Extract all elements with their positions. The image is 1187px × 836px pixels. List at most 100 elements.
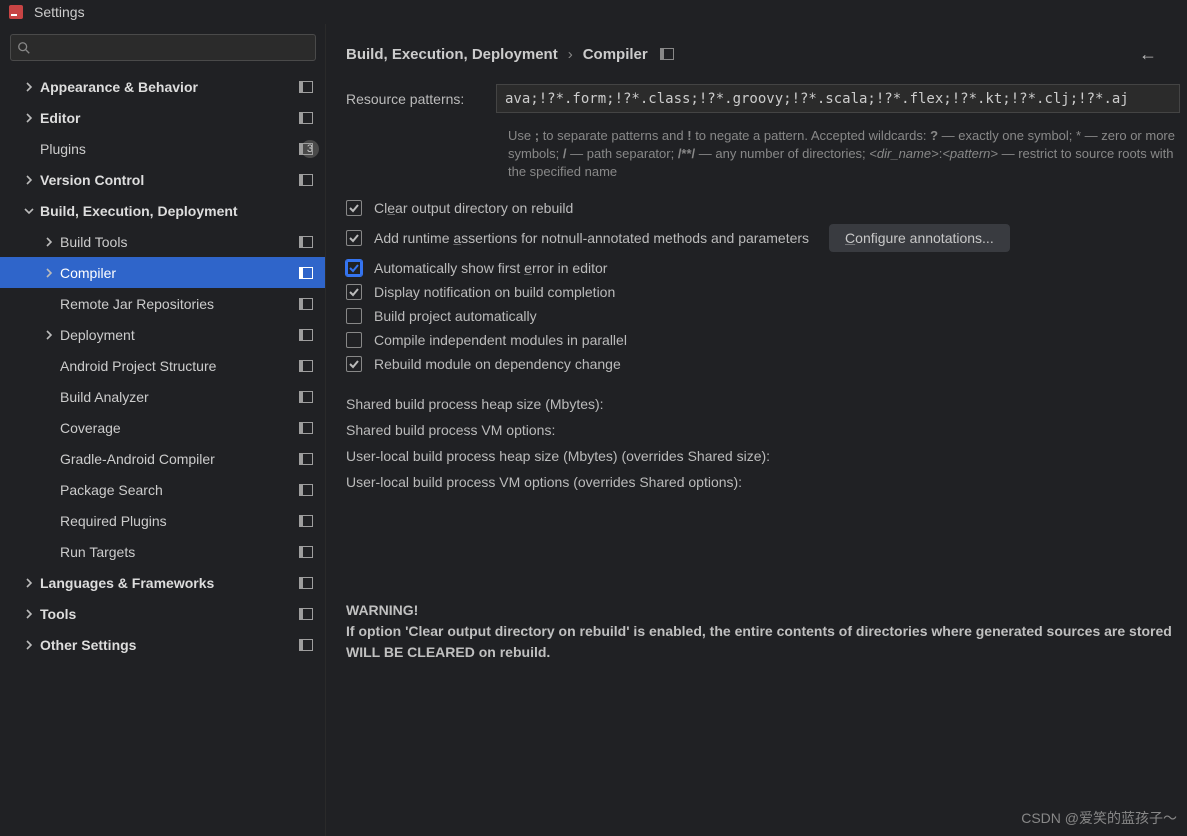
option-row: Rebuild module on dependency change	[346, 356, 1187, 372]
project-scope-icon	[660, 48, 674, 60]
search-icon	[17, 41, 31, 55]
sidebar-item-label: Gradle-Android Compiler	[60, 451, 325, 467]
resource-patterns-input[interactable]	[496, 84, 1180, 113]
sidebar-item-build-execution-deployment[interactable]: Build, Execution, Deployment	[0, 195, 325, 226]
sidebar-item-other-settings[interactable]: Other Settings	[0, 629, 325, 660]
sidebar-item-build-analyzer[interactable]: Build Analyzer	[0, 381, 325, 412]
checkbox[interactable]	[346, 200, 362, 216]
chevron-right-icon: ›	[568, 46, 573, 63]
sidebar-item-label: Required Plugins	[60, 513, 325, 529]
search-input[interactable]	[10, 34, 316, 61]
project-scope-icon	[299, 112, 313, 124]
checkbox-label[interactable]: Rebuild module on dependency change	[374, 356, 621, 372]
sidebar-item-required-plugins[interactable]: Required Plugins	[0, 505, 325, 536]
chevron-right-icon	[18, 640, 40, 650]
option-row: Automatically show first error in editor	[346, 260, 1187, 276]
chevron-right-icon	[18, 175, 40, 185]
option-row: Clear output directory on rebuild	[346, 200, 1187, 216]
checkbox-label[interactable]: Clear output directory on rebuild	[374, 200, 573, 216]
checkbox[interactable]	[346, 356, 362, 372]
checkbox-label[interactable]: Compile independent modules in parallel	[374, 332, 627, 348]
sidebar-item-label: Tools	[40, 606, 325, 622]
sidebar-item-label: Deployment	[60, 327, 325, 343]
checkbox[interactable]	[346, 308, 362, 324]
project-scope-icon	[299, 608, 313, 620]
checkbox-label[interactable]: Add runtime assertions for notnull-annot…	[374, 230, 809, 246]
breadcrumb-root[interactable]: Build, Execution, Deployment	[346, 46, 558, 63]
chevron-right-icon	[18, 113, 40, 123]
field-label: Shared build process heap size (Mbytes):	[346, 396, 846, 412]
sidebar-item-label: Other Settings	[40, 637, 325, 653]
project-scope-icon	[299, 360, 313, 372]
sidebar-item-tools[interactable]: Tools	[0, 598, 325, 629]
sidebar-item-compiler[interactable]: Compiler	[0, 257, 325, 288]
project-scope-icon	[299, 267, 313, 279]
sidebar-item-languages-frameworks[interactable]: Languages & Frameworks	[0, 567, 325, 598]
sidebar-item-build-tools[interactable]: Build Tools	[0, 226, 325, 257]
project-scope-icon	[299, 639, 313, 651]
chevron-right-icon	[38, 330, 60, 340]
checkbox-label[interactable]: Build project automatically	[374, 308, 537, 324]
watermark: CSDN @爱笑的蓝孩子～	[1021, 808, 1177, 828]
chevron-right-icon	[18, 609, 40, 619]
field-label: Shared build process VM options:	[346, 422, 846, 438]
project-scope-icon	[299, 453, 313, 465]
sidebar-item-android-project-structure[interactable]: Android Project Structure	[0, 350, 325, 381]
project-scope-icon	[299, 174, 313, 186]
sidebar-item-label: Android Project Structure	[60, 358, 325, 374]
back-button[interactable]: ←	[1139, 44, 1157, 65]
settings-tree: Appearance & Behavior Editor Plugins3Versi…	[0, 67, 325, 836]
checkbox[interactable]	[346, 230, 362, 246]
sidebar-item-package-search[interactable]: Package Search	[0, 474, 325, 505]
app-logo-icon	[8, 4, 24, 20]
sidebar-item-plugins[interactable]: Plugins3	[0, 133, 325, 164]
checkbox[interactable]	[346, 284, 362, 300]
window-title: Settings	[34, 4, 85, 20]
sidebar-item-label: Package Search	[60, 482, 325, 498]
sidebar-item-deployment[interactable]: Deployment	[0, 319, 325, 350]
sidebar-item-coverage[interactable]: Coverage	[0, 412, 325, 443]
breadcrumb: Build, Execution, Deployment › Compiler …	[346, 34, 1187, 74]
sidebar-item-label: Editor	[40, 110, 325, 126]
field-row: User-local build process heap size (Mbyt…	[346, 448, 1187, 464]
sidebar-item-remote-jar-repositories[interactable]: Remote Jar Repositories	[0, 288, 325, 319]
sidebar-item-appearance-behavior[interactable]: Appearance & Behavior	[0, 71, 325, 102]
sidebar-item-label: Build Analyzer	[60, 389, 325, 405]
option-row: Display notification on build completion	[346, 284, 1187, 300]
chevron-right-icon	[18, 578, 40, 588]
project-scope-icon	[299, 515, 313, 527]
project-scope-icon	[299, 81, 313, 93]
checkbox-label[interactable]: Display notification on build completion	[374, 284, 615, 300]
option-row: Add runtime assertions for notnull-annot…	[346, 224, 1187, 252]
sidebar-item-label: Run Targets	[60, 544, 325, 560]
resource-patterns-label: Resource patterns:	[346, 91, 496, 107]
sidebar-item-label: Build, Execution, Deployment	[40, 203, 325, 219]
main-panel: Build, Execution, Deployment › Compiler …	[326, 24, 1187, 836]
checkbox[interactable]	[346, 260, 362, 276]
warning-text: WARNING! If option 'Clear output directo…	[346, 600, 1187, 663]
chevron-right-icon	[18, 82, 40, 92]
project-scope-icon	[299, 546, 313, 558]
project-scope-icon	[299, 143, 313, 155]
sidebar-item-editor[interactable]: Editor	[0, 102, 325, 133]
field-row: Shared build process VM options:	[346, 422, 1187, 438]
option-row: Compile independent modules in parallel(…	[346, 332, 1187, 348]
sidebar-item-label: Build Tools	[60, 234, 325, 250]
titlebar: Settings	[0, 0, 1187, 24]
field-label: User-local build process heap size (Mbyt…	[346, 448, 846, 464]
sidebar-item-label: Languages & Frameworks	[40, 575, 325, 591]
sidebar-item-gradle-android-compiler[interactable]: Gradle-Android Compiler	[0, 443, 325, 474]
sidebar-item-run-targets[interactable]: Run Targets	[0, 536, 325, 567]
sidebar-item-label: Plugins	[40, 141, 301, 157]
checkbox-label[interactable]: Automatically show first error in editor	[374, 260, 607, 276]
resource-patterns-help: Use ; to separate patterns and ! to nega…	[508, 127, 1187, 182]
configure-annotations-button[interactable]: Configure annotations...	[829, 224, 1010, 252]
chevron-right-icon	[38, 268, 60, 278]
project-scope-icon	[299, 484, 313, 496]
project-scope-icon	[299, 298, 313, 310]
sidebar-item-label: Compiler	[60, 265, 325, 281]
sidebar-item-version-control[interactable]: Version Control	[0, 164, 325, 195]
checkbox[interactable]	[346, 332, 362, 348]
chevron-down-icon	[18, 206, 40, 216]
sidebar-item-label: Coverage	[60, 420, 325, 436]
